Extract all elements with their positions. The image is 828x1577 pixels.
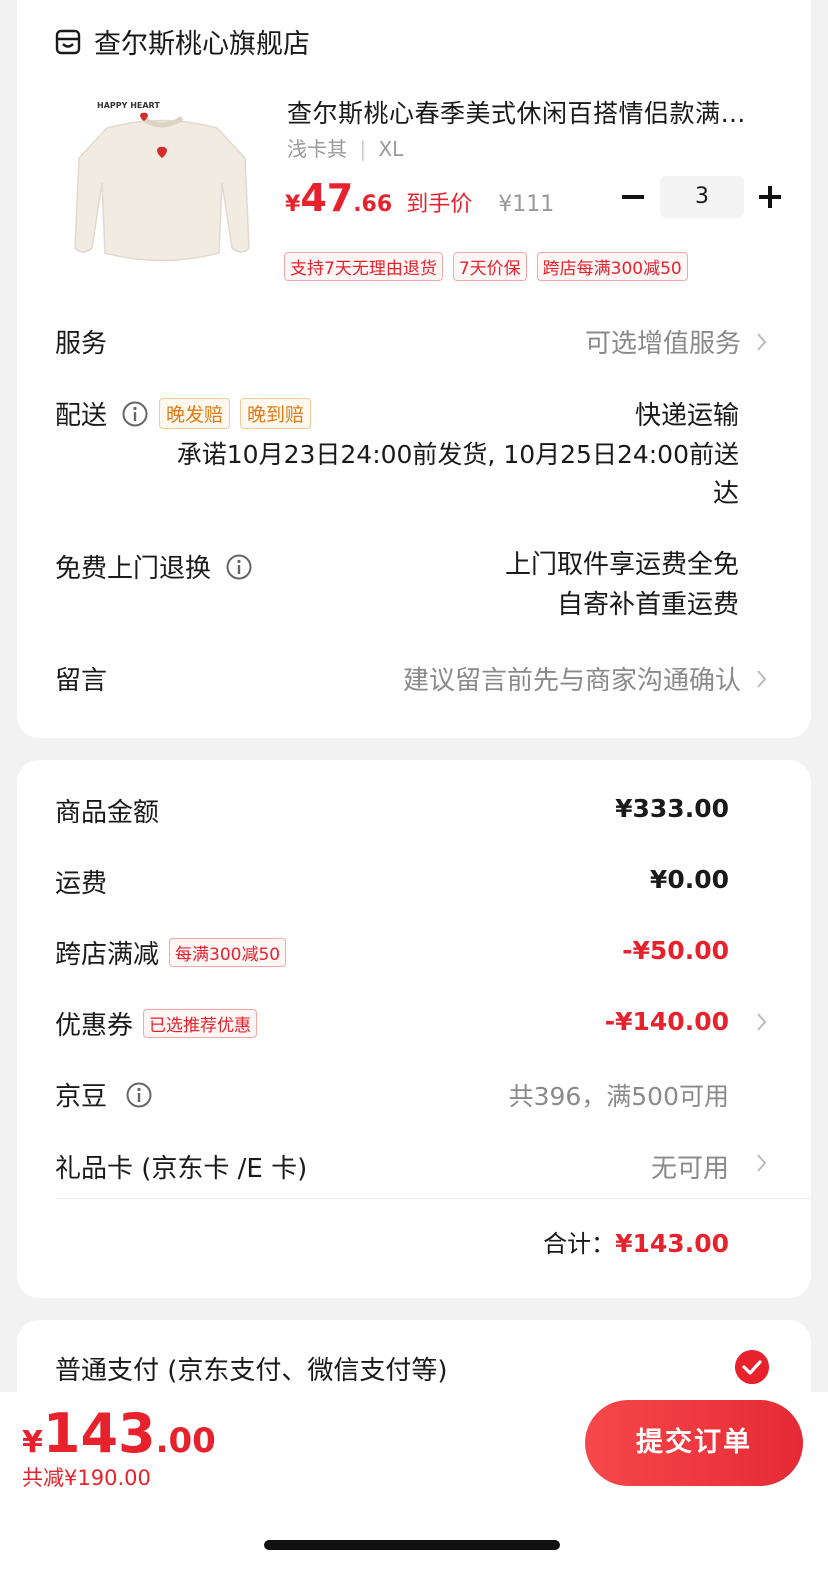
quantity-input[interactable]: 3 [660,176,744,218]
original-price: ¥111 [498,192,555,217]
total-dec: .00 [155,1421,216,1461]
delivery-promise-line2: 达 [712,479,739,509]
image-brand-text: HAPPY HEART [97,101,160,110]
info-icon[interactable] [121,400,149,428]
home-area [0,1496,828,1577]
giftcard-label: 礼品卡 (京东卡 /E 卡) [55,1154,308,1184]
product-tags: 支持7天无理由退货 7天价保 跨店每满300减50 [284,252,688,281]
delivery-label-row: 配送 晚发赔 晚到赔 [55,395,312,432]
divider [55,1198,811,1199]
store-icon [55,29,81,54]
total-symbol: ¥ [22,1425,43,1460]
product-title[interactable]: 查尔斯桃心春季美式休闲百搭情侣款满… [287,94,797,130]
goods-amount-value: ¥333.00 [615,794,729,823]
price-dec: .66 [353,192,393,217]
free-return-line2: 自寄补首重运费 [556,590,739,620]
price-int: 47 [300,176,354,220]
check-icon[interactable] [735,1350,769,1384]
service-value: 可选增值服务 [584,329,741,359]
subtotal-row: 合计： ¥143.00 [543,1224,729,1259]
jd-bean-label: 京豆 [55,1082,108,1112]
total-int: 143 [42,1402,156,1465]
coupon-value[interactable]: -¥140.00 [605,1007,729,1036]
price-symbol: ¥ [285,192,301,217]
total-discount: 共减¥190.00 [22,1466,151,1490]
spec-size: XL [378,137,404,161]
giftcard-value[interactable]: 无可用 [651,1148,729,1185]
message-label: 留言 [55,666,108,696]
price-row: ¥ 47 .66 到手价 ¥111 [285,176,554,220]
message-input[interactable]: 建议留言前先与商家沟通确认 [403,660,769,697]
chevron-right-icon [757,669,767,688]
jd-bean-value: 共396，满500可用 [508,1082,729,1111]
order-card: 查尔斯桃心旗舰店 HAPPY HEART 查尔斯桃心春季美式休闲百搭情侣款满… … [17,0,811,738]
store-name: 查尔斯桃心旗舰店 [94,29,310,60]
delivery-label: 配送 [55,401,108,431]
tag-cross-store: 跨店每满300减50 [536,252,688,281]
cross-store-row: 跨店满减 每满300减50 [55,934,287,971]
free-return-label: 免费上门退换 [55,554,212,584]
goods-amount-label: 商品金额 [55,798,160,828]
plus-icon[interactable] [755,182,785,212]
info-icon[interactable] [125,1081,153,1109]
checkout-bar: ¥ 143 .00 共减¥190.00 提交订单 [0,1392,828,1496]
message-placeholder: 建议留言前先与商家沟通确认 [402,666,741,696]
cross-store-value: -¥50.00 [622,936,729,965]
late-arrive-tag: 晚到赔 [240,398,312,429]
spec-color: 浅卡其 [287,137,347,161]
delivery-promise-line1: 承诺10月23日24:00前发货, 10月25日24:00前送 [176,440,739,469]
total-price: ¥ 143 .00 [22,1402,216,1465]
coupon-tag: 已选推荐优惠 [143,1009,258,1038]
service-label: 服务 [55,329,108,359]
product-image[interactable]: HAPPY HEART [67,88,257,278]
chevron-right-icon[interactable] [755,1010,769,1034]
payment-label: 普通支付 (京东支付、微信支付等) [55,1356,448,1386]
product-spec[interactable]: 浅卡其 | XL [287,133,403,162]
tag-price-protect: 7天价保 [452,252,527,281]
spec-divider: | [359,137,367,161]
subtotal-value: ¥143.00 [615,1229,729,1258]
tag-return: 支持7天无理由退货 [284,252,443,281]
cross-store-tag: 每满300减50 [169,938,287,967]
free-return-label-row: 免费上门退换 [55,548,253,585]
store-header[interactable]: 查尔斯桃心旗舰店 [54,22,310,61]
free-return-line1: 上门取件享运费全免 [504,550,739,580]
info-icon[interactable] [225,553,253,581]
chevron-right-icon[interactable] [755,1151,769,1175]
chevron-right-icon [757,332,767,351]
minus-icon[interactable] [618,182,648,212]
late-ship-tag: 晚发赔 [159,398,231,429]
shipping-label: 运费 [55,869,108,899]
coupon-label: 优惠券 [55,1011,134,1041]
jd-bean-row: 京豆 [55,1076,153,1113]
subtotal-label: 合计： [543,1230,616,1258]
cross-store-label: 跨店满减 [55,940,160,970]
home-indicator[interactable] [264,1540,560,1550]
coupon-row[interactable]: 优惠券 已选推荐优惠 [55,1005,258,1042]
amount-card: 商品金额 ¥333.00 运费 ¥0.00 跨店满减 每满300减50 -¥50… [17,760,811,1298]
service-row[interactable]: 可选增值服务 [585,323,769,360]
submit-order-button[interactable]: 提交订单 [585,1400,803,1486]
shipping-value: ¥0.00 [649,865,729,894]
delivery-method: 快递运输 [634,401,739,431]
price-tag: 到手价 [406,192,473,217]
